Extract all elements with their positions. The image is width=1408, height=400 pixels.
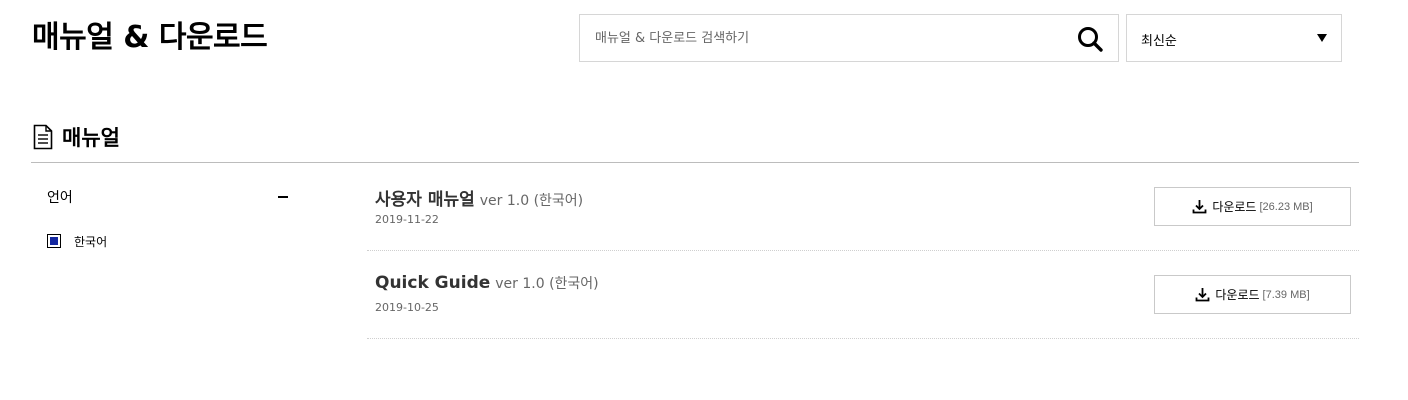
filter-option-label: 한국어 <box>74 234 108 249</box>
manual-title-row: 사용자 매뉴얼 ver 1.0 (한국어) <box>375 185 583 210</box>
download-size: [7.39 MB] <box>1262 288 1310 301</box>
search-icon <box>1078 27 1103 52</box>
sort-dropdown[interactable]: 최신순 <box>1126 14 1342 62</box>
download-label: 다운로드 <box>1212 200 1257 214</box>
download-icon <box>1192 200 1207 214</box>
manual-version: ver 1.0 (한국어) <box>495 276 599 292</box>
section-title: 매뉴얼 <box>62 126 120 150</box>
document-icon <box>33 124 53 150</box>
filter-collapse-button[interactable] <box>273 186 293 206</box>
manual-version: ver 1.0 (한국어) <box>479 193 584 209</box>
caret-down-icon <box>1317 34 1327 42</box>
search-box <box>579 14 1119 62</box>
manual-list-item: 사용자 매뉴얼 ver 1.0 (한국어) 2019-11-22 다운로드 [26… <box>367 163 1359 251</box>
section-header: 매뉴얼 <box>33 122 120 152</box>
search-button[interactable] <box>1076 25 1104 53</box>
filter-language-label: 언어 <box>47 190 73 206</box>
sort-selected-value: 최신순 <box>1141 34 1177 49</box>
manual-title-row: Quick Guide ver 1.0 (한국어) <box>375 273 599 293</box>
download-label: 다운로드 <box>1215 288 1260 302</box>
manual-title: 사용자 매뉴얼 <box>375 190 475 210</box>
download-button[interactable]: 다운로드 [26.23 MB] <box>1154 187 1351 226</box>
search-input[interactable] <box>580 15 1060 61</box>
korean-checkbox[interactable] <box>47 234 61 248</box>
manual-list-item: Quick Guide ver 1.0 (한국어) 2019-10-25 다운로드… <box>367 251 1359 339</box>
download-size: [26.23 MB] <box>1259 200 1313 213</box>
manual-date: 2019-11-22 <box>375 213 439 226</box>
manual-download-page: 매뉴얼 & 다운로드 최신순 매뉴얼 언어 한국어 <box>0 0 1408 400</box>
download-icon <box>1195 288 1210 302</box>
download-button[interactable]: 다운로드 [7.39 MB] <box>1154 275 1351 314</box>
manual-title: Quick Guide <box>375 273 491 293</box>
manual-date: 2019-10-25 <box>375 301 439 314</box>
page-title: 매뉴얼 & 다운로드 <box>32 20 268 55</box>
filter-option-korean[interactable]: 한국어 <box>47 232 107 250</box>
